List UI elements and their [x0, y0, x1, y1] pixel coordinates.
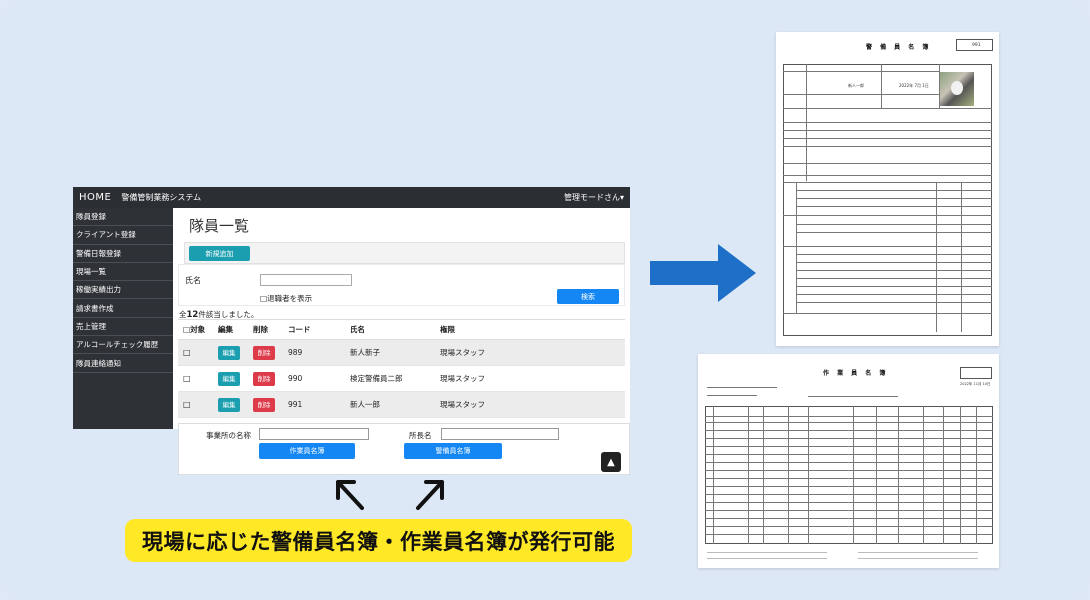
- sidebar-item-notification[interactable]: 隊員連絡通知: [73, 354, 173, 373]
- home-link[interactable]: HOME: [79, 192, 111, 203]
- edit-button[interactable]: 編集: [218, 345, 240, 360]
- chief-name-input[interactable]: [441, 428, 559, 440]
- office-name-label: 事業所の名称: [206, 431, 251, 440]
- row-name: 新人新子: [345, 339, 435, 366]
- delete-button[interactable]: 削除: [253, 397, 275, 412]
- sidebar-item-client-registration[interactable]: クライアント登録: [73, 226, 173, 245]
- toolbar: 新規追加: [184, 242, 625, 264]
- row-checkbox[interactable]: □: [178, 365, 213, 392]
- app-window: HOME 警備管制業務システム 管理モードさん▾ 隊員登録 クライアント登録 警…: [73, 187, 630, 429]
- add-new-button[interactable]: 新規追加: [189, 246, 250, 261]
- top-navbar: HOME 警備管制業務システム 管理モードさん▾: [73, 187, 630, 208]
- table-row: □ 編集 削除 989 新人新子 現場スタッフ: [178, 339, 625, 366]
- sidebar-item-sales[interactable]: 売上管理: [73, 318, 173, 337]
- column-header-code: コード: [283, 319, 345, 340]
- result-count-suffix: 件該当しました。: [198, 310, 259, 319]
- row-name: 検定警備員二郎: [345, 365, 435, 392]
- office-name-input[interactable]: [259, 428, 369, 440]
- search-button[interactable]: 検索: [557, 289, 619, 304]
- caption-banner: 現場に応じた警備員名簿・作業員名簿が発行可能: [125, 519, 632, 562]
- sidebar-item-performance-output[interactable]: 稼働実績出力: [73, 281, 173, 300]
- delete-button[interactable]: 削除: [253, 371, 275, 386]
- page-title: 隊員一覧: [189, 217, 250, 235]
- scroll-top-button[interactable]: ▲: [601, 452, 621, 472]
- row-code: 990: [283, 365, 345, 392]
- show-retired-checkbox[interactable]: □退職者を表示: [260, 293, 312, 304]
- system-name: 警備管制業務システム: [121, 193, 202, 202]
- sidebar-item-daily-report[interactable]: 警備日報登録: [73, 245, 173, 263]
- row-name: 新人一郎: [345, 391, 435, 418]
- row-checkbox[interactable]: □: [178, 391, 213, 418]
- row-checkbox[interactable]: □: [178, 339, 213, 366]
- doc1-person-name: 新人一郎: [848, 83, 864, 88]
- doc1-title: 警 備 員 名 簿: [866, 44, 932, 51]
- column-header-delete: 削除: [248, 319, 283, 340]
- sidebar-item-invoice[interactable]: 請求書作成: [73, 299, 173, 318]
- row-code: 991: [283, 391, 345, 418]
- sidebar-item-site-list[interactable]: 現場一覧: [73, 263, 173, 282]
- name-search-input[interactable]: [260, 274, 352, 286]
- user-mode-dropdown[interactable]: 管理モードさん▾: [564, 192, 624, 203]
- chevron-up-icon: ▲: [607, 456, 615, 468]
- sidebar-item-guard-registration[interactable]: 隊員登録: [73, 208, 173, 227]
- worker-roster-button[interactable]: 作業員名簿: [259, 443, 355, 459]
- edit-button[interactable]: 編集: [218, 371, 240, 386]
- doc1-photo: [939, 72, 974, 106]
- table-row: □ 編集 削除 990 検定警備員二郎 現場スタッフ: [178, 365, 625, 392]
- doc2-date: 2022年 11月 10日: [960, 382, 991, 386]
- sidebar-item-alcohol-check[interactable]: アルコールチェック履歴: [73, 336, 173, 355]
- column-header-edit: 編集: [213, 319, 248, 340]
- delete-button[interactable]: 削除: [253, 345, 275, 360]
- column-header-role: 権限: [435, 319, 625, 340]
- arrow-up-left-icon: [336, 480, 364, 510]
- worker-roster-document: 作 業 員 名 簿 2022年 11月 10日: [698, 354, 999, 568]
- name-label: 氏名: [185, 276, 201, 285]
- guard-roster-button[interactable]: 警備員名簿: [404, 443, 502, 459]
- row-code: 989: [283, 339, 345, 366]
- doc1-date: 2022年 7月 1日: [899, 83, 929, 88]
- arrow-up-right-icon: [416, 480, 444, 510]
- result-count-prefix: 全: [179, 310, 187, 319]
- doc1-number: 991: [972, 43, 981, 48]
- roster-output-panel: 事業所の名称 所長名 作業員名簿 警備員名簿: [178, 423, 630, 475]
- guard-table: □対象 編集 削除 コード 氏名 権限 □ 編集 削除 989 新人新子 現場ス…: [178, 319, 625, 418]
- filter-panel: 氏名 □退職者を表示 検索: [178, 264, 625, 306]
- doc2-title: 作 業 員 名 簿: [823, 370, 889, 377]
- sidebar: 隊員登録 クライアント登録 警備日報登録 現場一覧 稼働実績出力 請求書作成 売…: [73, 208, 173, 429]
- table-row: □ 編集 削除 991 新人一郎 現場スタッフ: [178, 391, 625, 418]
- edit-button[interactable]: 編集: [218, 397, 240, 412]
- arrow-right-icon: [650, 244, 756, 302]
- row-role: 現場スタッフ: [435, 339, 625, 366]
- row-role: 現場スタッフ: [435, 391, 625, 418]
- guard-roster-document: 警 備 員 名 簿 991 新人一郎 2022年 7月 1日: [776, 32, 999, 346]
- column-header-name: 氏名: [345, 319, 435, 340]
- main-content: 隊員一覧 新規追加 氏名 □退職者を表示 検索 全12件該当しました。 □対象 …: [173, 208, 630, 429]
- column-header-select[interactable]: □対象: [178, 319, 213, 340]
- chief-name-label: 所長名: [409, 431, 432, 440]
- row-role: 現場スタッフ: [435, 365, 625, 392]
